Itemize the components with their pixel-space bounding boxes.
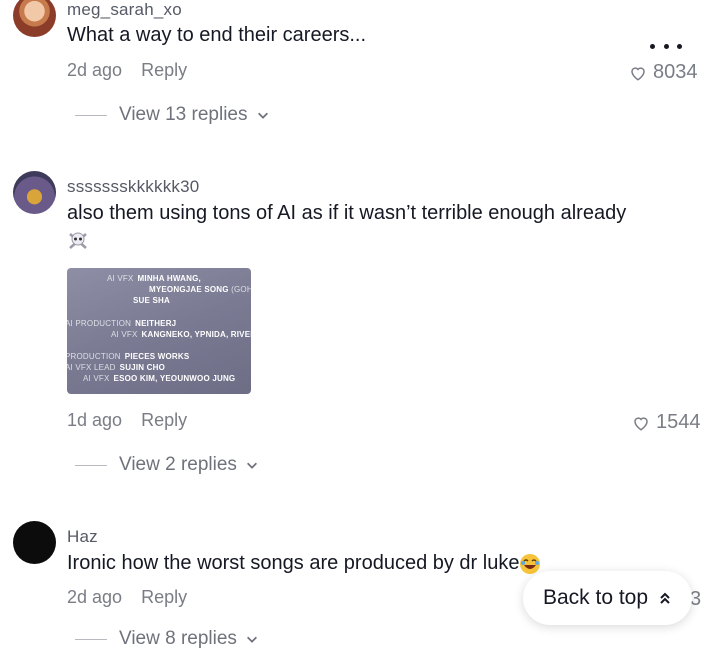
credit-line: AI PRODUCTION NEITHERJ xyxy=(67,319,177,328)
credit-line: AI VFX ESOO KIM, YEOUNWOO JUNG xyxy=(83,374,236,383)
avatar[interactable] xyxy=(13,521,56,564)
skull-crossbones-icon xyxy=(69,232,87,249)
comment-time: 2d ago xyxy=(67,587,123,607)
comment-username[interactable]: meg_sarah_xo xyxy=(67,0,182,20)
reply-button[interactable]: Reply xyxy=(141,410,187,430)
heart-icon xyxy=(634,416,648,431)
avatar[interactable] xyxy=(13,171,56,214)
credit-line: AI VFX KANGNEKO, YPNIDA, RIVER I xyxy=(111,330,251,339)
comment-text: also them using tons of AI as if it wasn… xyxy=(67,200,627,254)
back-to-top-label: Back to top xyxy=(542,586,649,609)
chevron-down-icon xyxy=(246,462,257,469)
like-button[interactable]: 1544 xyxy=(632,411,701,434)
comment-time: 1d ago xyxy=(67,410,123,430)
credit-line: SUE SHA xyxy=(133,296,170,305)
divider xyxy=(75,464,107,466)
chevron-down-icon xyxy=(257,112,268,119)
view-replies-button[interactable]: View 8 replies xyxy=(75,628,259,650)
reply-button[interactable]: Reply xyxy=(141,60,187,80)
laughing-face-icon xyxy=(520,553,541,574)
comment-text-content: Ironic how the worst songs are produced … xyxy=(67,552,520,574)
credit-line: MYEONGJAE SONG (GOHGO xyxy=(149,285,251,294)
view-replies-button[interactable]: View 2 replies xyxy=(75,454,259,476)
divider xyxy=(75,638,107,640)
divider xyxy=(75,114,107,116)
comment-text-content: also them using tons of AI as if it wasn… xyxy=(67,202,627,224)
like-button[interactable]: 8034 xyxy=(629,61,698,84)
comment-username[interactable]: ssssssskkkkkk30 xyxy=(67,177,199,197)
comment-meta: 2d ago Reply xyxy=(67,587,187,608)
view-replies-label: View 2 replies xyxy=(119,454,237,475)
like-count: 8034 xyxy=(653,61,698,83)
double-chevron-up-icon xyxy=(660,592,670,604)
comment-image[interactable]: AI VFXMINHA HWANG, MYEONGJAE SONG (GOHGO… xyxy=(67,268,251,394)
reply-button[interactable]: Reply xyxy=(141,587,187,607)
comment-time: 2d ago xyxy=(67,60,123,80)
credit-line: AI VFX MINHA HWANG, xyxy=(107,274,201,283)
credit-line: AI VFX LEAD SUJIN CHO xyxy=(67,363,166,372)
back-to-top-button[interactable]: Back to top xyxy=(523,571,692,625)
more-options-icon[interactable] xyxy=(650,36,682,56)
heart-icon xyxy=(631,66,645,81)
avatar[interactable] xyxy=(13,0,56,37)
view-replies-button[interactable]: View 13 replies xyxy=(75,104,270,126)
comment-text: What a way to end their careers... xyxy=(67,24,367,46)
like-count: 1544 xyxy=(656,411,701,433)
comment-meta: 1d ago Reply xyxy=(67,410,187,431)
view-replies-label: View 8 replies xyxy=(119,628,237,649)
comment-username[interactable]: Haz xyxy=(67,527,98,547)
credit-line: PRODUCTION PIECES WORKS xyxy=(67,352,190,361)
comment-meta: 2d ago Reply xyxy=(67,60,187,81)
view-replies-label: View 13 replies xyxy=(119,104,248,125)
chevron-down-icon xyxy=(246,636,257,643)
